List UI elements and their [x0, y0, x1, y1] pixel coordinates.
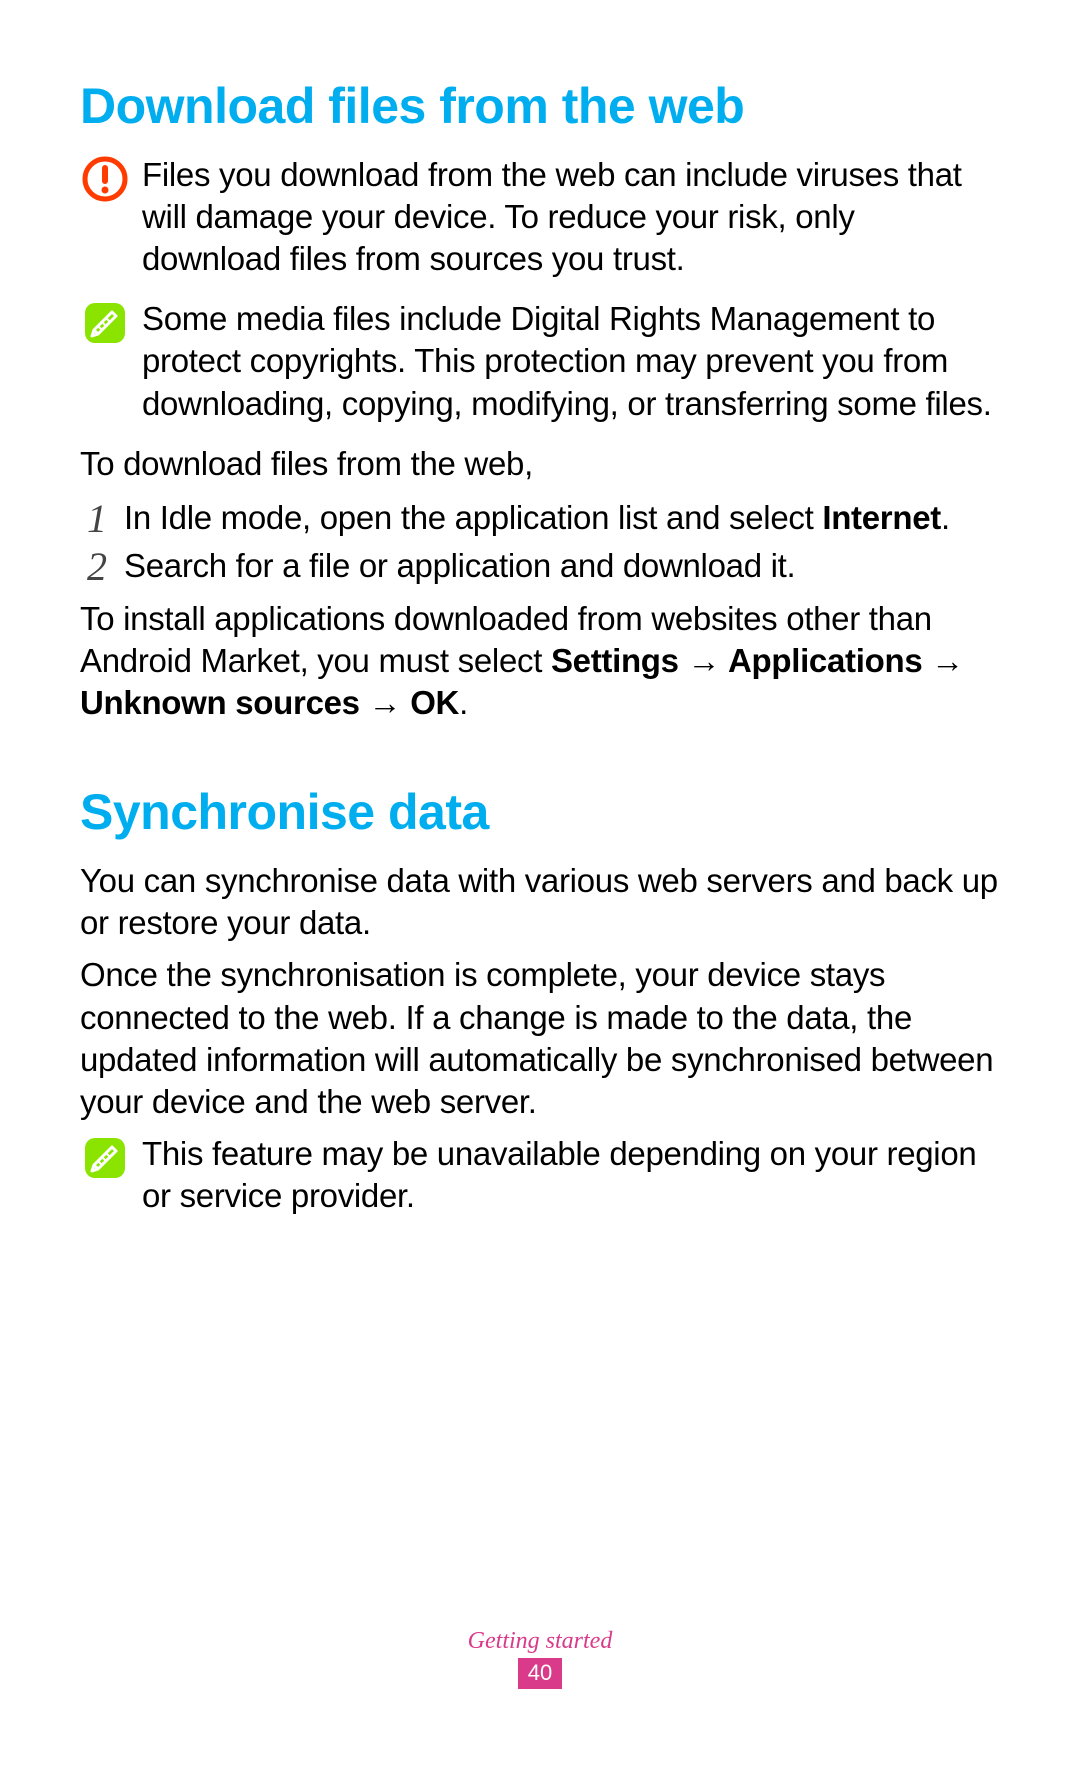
sync-paragraph-2: Once the synchronisation is complete, yo…	[80, 954, 1000, 1123]
heading-synchronise: Synchronise data	[80, 784, 1000, 842]
step-2: 2 Search for a file or application and d…	[80, 545, 1000, 587]
step-number-2: 2	[80, 545, 114, 587]
step1-pre: In Idle mode, open the application list …	[124, 499, 822, 536]
note-icon	[80, 298, 130, 346]
warning-icon	[80, 154, 130, 202]
step-2-text: Search for a file or application and dow…	[124, 545, 795, 587]
step1-post: .	[941, 499, 950, 536]
note-icon	[80, 1133, 130, 1181]
step1-bold: Internet	[822, 499, 941, 536]
sync-note-text: This feature may be unavailable dependin…	[142, 1133, 1000, 1217]
step-1-text: In Idle mode, open the application list …	[124, 497, 950, 539]
heading-download: Download files from the web	[80, 78, 1000, 136]
warning-callout: Files you download from the web can incl…	[80, 154, 1000, 281]
drm-note-callout: Some media files include Digital Rights …	[80, 298, 1000, 425]
install-post: .	[459, 684, 468, 721]
download-lead: To download files from the web,	[80, 443, 1000, 485]
warning-text: Files you download from the web can incl…	[142, 154, 1000, 281]
page-footer: Getting started 40	[0, 1628, 1080, 1689]
sync-note-callout: This feature may be unavailable dependin…	[80, 1133, 1000, 1217]
step-number-1: 1	[80, 497, 114, 539]
step-1: 1 In Idle mode, open the application lis…	[80, 497, 1000, 539]
steps-list: 1 In Idle mode, open the application lis…	[80, 497, 1000, 587]
page-number: 40	[518, 1658, 562, 1689]
chapter-label: Getting started	[0, 1628, 1080, 1655]
sync-paragraph-1: You can synchronise data with various we…	[80, 860, 1000, 944]
install-paragraph: To install applications downloaded from …	[80, 598, 1000, 725]
drm-note-text: Some media files include Digital Rights …	[142, 298, 1000, 425]
